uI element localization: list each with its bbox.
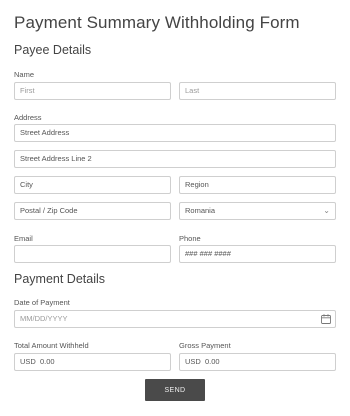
date-of-payment-input[interactable]: MM/DD/YYYY [14, 310, 336, 328]
street-address-placeholder: Street Address [20, 128, 70, 137]
street-address-line2-input[interactable]: Street Address Line 2 [14, 150, 336, 168]
email-label: Email [14, 234, 33, 243]
name-label: Name [14, 70, 35, 79]
payee-details-heading: Payee Details [14, 43, 92, 57]
street-address-input[interactable]: Street Address [14, 124, 336, 142]
calendar-icon[interactable] [321, 314, 331, 324]
last-name-placeholder: Last [185, 86, 200, 95]
gross-payment-label: Gross Payment [179, 341, 231, 350]
country-select[interactable]: Romania ⌄ [179, 202, 336, 220]
city-input[interactable]: City [14, 176, 171, 194]
phone-placeholder: ### ### #### [185, 249, 231, 258]
date-of-payment-label: Date of Payment [14, 298, 70, 307]
first-name-placeholder: First [20, 86, 35, 95]
form-title: Payment Summary Withholding Form [14, 13, 300, 32]
postal-code-input[interactable]: Postal / Zip Code [14, 202, 171, 220]
payment-details-heading: Payment Details [14, 272, 106, 286]
region-placeholder: Region [185, 180, 209, 189]
total-amount-value: USD 0.00 [20, 357, 55, 366]
email-input[interactable] [14, 245, 171, 263]
address-label: Address [14, 113, 42, 122]
gross-payment-value: USD 0.00 [185, 357, 220, 366]
street-address-line2-placeholder: Street Address Line 2 [20, 154, 92, 163]
send-button[interactable]: SEND [145, 379, 205, 401]
total-amount-withheld-label: Total Amount Withheld [14, 341, 89, 350]
country-value: Romania [185, 206, 216, 215]
postal-code-placeholder: Postal / Zip Code [20, 206, 78, 215]
region-input[interactable]: Region [179, 176, 336, 194]
phone-label: Phone [179, 234, 201, 243]
gross-payment-input[interactable]: USD 0.00 [179, 353, 336, 371]
first-name-input[interactable]: First [14, 82, 171, 100]
chevron-down-icon: ⌄ [323, 206, 330, 215]
phone-input[interactable]: ### ### #### [179, 245, 336, 263]
total-amount-withheld-input[interactable]: USD 0.00 [14, 353, 171, 371]
city-placeholder: City [20, 180, 33, 189]
last-name-input[interactable]: Last [179, 82, 336, 100]
date-placeholder: MM/DD/YYYY [20, 314, 68, 323]
